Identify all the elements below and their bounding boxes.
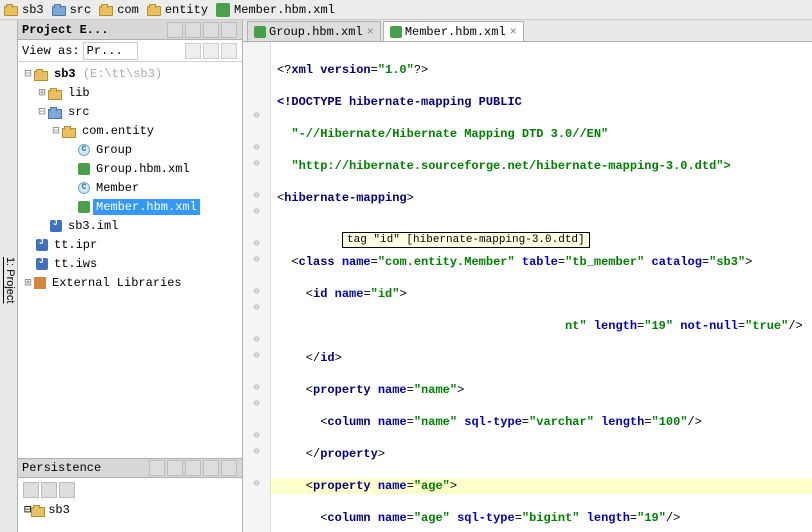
nav-back-icon[interactable] [185,43,201,59]
persistence-item[interactable]: ⊟sb3 [20,500,240,519]
tree-package[interactable]: ⊟com.entity [18,121,242,140]
folder-icon [52,6,66,16]
persistence-title: Persistence [22,461,148,475]
xml-file-icon [390,26,402,38]
refresh-icon[interactable] [23,482,39,498]
tree-lib[interactable]: ⊞lib [18,83,242,102]
hide-icon[interactable] [221,460,237,476]
gutter: ⊖ ⊖⊖ ⊖⊖ ⊖⊖ ⊖⊖ ⊖⊖ ⊖⊖ ⊖⊖ ⊖ [243,42,271,532]
breadcrumb-item[interactable]: com [99,3,143,17]
tree-member-xml[interactable]: Member.hbm.xml [18,197,242,216]
xml-file-icon [216,3,230,17]
breadcrumb-item[interactable]: src [52,3,96,17]
tree-ext-lib[interactable]: ⊞External Libraries [18,273,242,292]
view-as-value[interactable]: Pr... [83,42,138,60]
project-tree: ⊟sb3 (E:\tt\sb3) ⊞lib ⊟src ⊟com.entity C… [18,62,242,458]
hide-icon[interactable] [221,22,237,38]
tool-icon[interactable] [149,460,165,476]
class-icon: C [78,182,90,194]
tab-group-hbm[interactable]: Group.hbm.xml× [247,21,381,41]
project-sidetab[interactable]: 1: Project [0,20,18,532]
breadcrumb-item[interactable]: Member.hbm.xml [216,3,339,17]
tree-group-xml[interactable]: Group.hbm.xml [18,159,242,178]
tree-root[interactable]: ⊟sb3 (E:\tt\sb3) [18,64,242,83]
close-icon[interactable]: × [367,25,374,39]
iws-file-icon [36,258,48,270]
code-editor[interactable]: ⊖ ⊖⊖ ⊖⊖ ⊖⊖ ⊖⊖ ⊖⊖ ⊖⊖ ⊖⊖ ⊖ <?xml version="… [243,42,812,532]
view-as-label: View as: [22,44,80,58]
tree-group-class[interactable]: CGroup [18,140,242,159]
ipr-file-icon [36,239,48,251]
settings-icon[interactable] [203,22,219,38]
xml-file-icon [78,201,90,213]
breadcrumb-item[interactable]: sb3 [4,3,48,17]
editor-tabs: Group.hbm.xml× Member.hbm.xml× [243,20,812,42]
tree-tt-ipr[interactable]: tt.ipr [18,235,242,254]
autoscroll-icon[interactable] [221,43,237,59]
view-as-row: View as: Pr... [18,40,242,62]
xml-file-icon [254,26,266,38]
tab-member-hbm[interactable]: Member.hbm.xml× [383,21,524,41]
libraries-icon [34,277,46,289]
breadcrumb-bar: sb3 src com entity Member.hbm.xml [0,0,812,20]
tree-member-class[interactable]: CMember [18,178,242,197]
persistence-body: ⊟sb3 [18,478,242,532]
project-panel-title: Project E... [22,23,166,37]
folder-icon [99,6,113,16]
xml-file-icon [78,163,90,175]
nav-forward-icon[interactable] [203,43,219,59]
tree-sb3-iml[interactable]: sb3.iml [18,216,242,235]
close-icon[interactable]: × [510,25,517,39]
code-content[interactable]: <?xml version="1.0"?> <!DOCTYPE hibernat… [271,42,812,532]
action-icon[interactable] [59,482,75,498]
tree-src[interactable]: ⊟src [18,102,242,121]
expand-icon[interactable] [41,482,57,498]
class-icon: C [78,144,90,156]
tool-icon[interactable] [185,460,201,476]
collapse-icon[interactable] [185,22,201,38]
iml-file-icon [50,220,62,232]
tree-tt-iws[interactable]: tt.iws [18,254,242,273]
breadcrumb-item[interactable]: entity [147,3,212,17]
tooltip: tag "id" [hibernate-mapping-3.0.dtd] [342,232,590,248]
persistence-panel-header: Persistence [18,458,242,478]
folder-icon [147,6,161,16]
tool-icon[interactable] [203,460,219,476]
scroll-from-source-icon[interactable] [167,22,183,38]
folder-icon [4,6,18,16]
tool-icon[interactable] [167,460,183,476]
project-panel-header: Project E... [18,20,242,40]
